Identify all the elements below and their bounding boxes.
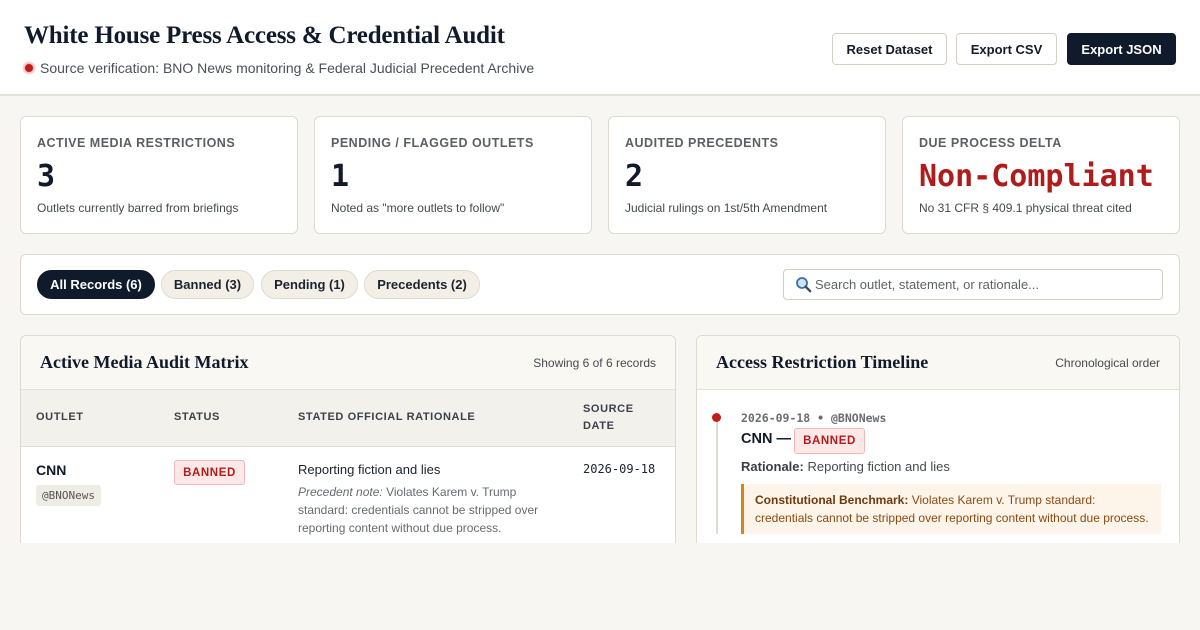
stat-value-noncompliant: Non-Compliant (919, 159, 1154, 194)
stat-description: No 31 CFR § 409.1 physical threat cited (919, 201, 1132, 215)
column-header-outlet[interactable]: OUTLET (36, 409, 84, 426)
stat-label: AUDITED PRECEDENTS (625, 136, 779, 150)
stat-card-audited-precedents: AUDITED PRECEDENTS 2 Judicial rulings on… (608, 116, 886, 234)
page-title: White House Press Access & Credential Au… (24, 22, 505, 49)
column-header-rationale[interactable]: STATED OFFICIAL RATIONALE (298, 409, 475, 426)
column-header-source-date[interactable]: SOURCE DATE (583, 401, 653, 435)
stat-card-pending-outlets: PENDING / FLAGGED OUTLETS 1 Noted as "mo… (314, 116, 592, 234)
source-verification: Source verification: BNO News monitoring… (24, 60, 534, 76)
official-rationale: Reporting fiction and lies (298, 462, 441, 477)
stat-card-active-restrictions: ACTIVE MEDIA RESTRICTIONS 3 Outlets curr… (20, 116, 298, 234)
export-json-button[interactable]: Export JSON (1067, 33, 1176, 65)
stat-card-due-process-delta: DUE PROCESS DELTA Non-Compliant No 31 CF… (902, 116, 1180, 234)
stat-value: 1 (331, 159, 350, 194)
constitutional-benchmark: Constitutional Benchmark: Violates Karem… (741, 484, 1161, 534)
search-input[interactable] (815, 277, 1162, 292)
stat-description: Outlets currently barred from briefings (37, 201, 239, 215)
outlet-name: CNN (36, 462, 67, 478)
precedent-note-label: Precedent note: (298, 485, 383, 499)
export-csv-button[interactable]: Export CSV (956, 33, 1057, 65)
column-header-status[interactable]: STATUS (174, 409, 220, 426)
precedent-note: Precedent note: Violates Karem v. Trump … (298, 483, 548, 537)
timeline-dot-icon (712, 413, 721, 422)
stat-value: 2 (625, 159, 644, 194)
page-header: White House Press Access & Credential Au… (0, 0, 1200, 96)
source-verification-text: Source verification: BNO News monitoring… (40, 60, 535, 76)
panel-header: Access Restriction Timeline Chronologica… (697, 336, 1179, 390)
timeline-order: Chronological order (1055, 356, 1160, 370)
filter-tab-precedents[interactable]: Precedents (2) (364, 270, 480, 299)
stat-label: PENDING / FLAGGED OUTLETS (331, 136, 534, 150)
event-rationale-label: Rationale: (741, 459, 804, 474)
stat-label: ACTIVE MEDIA RESTRICTIONS (37, 136, 236, 150)
status-badge: BANNED (794, 428, 865, 454)
event-date-source: 2026-09-18 • @BNONews (741, 411, 887, 425)
event-rationale-text: Reporting fiction and lies (807, 459, 950, 474)
stat-value: 3 (37, 159, 56, 194)
search-icon (794, 276, 812, 294)
timeline-panel: Access Restriction Timeline Chronologica… (696, 335, 1180, 543)
source-handle: @BNONews (36, 485, 101, 506)
stat-description: Noted as "more outlets to follow" (331, 201, 505, 215)
red-dot-icon (24, 63, 34, 73)
event-rationale: Rationale: Reporting fiction and lies (741, 459, 950, 474)
event-outlet: CNN — (741, 431, 791, 447)
filter-tab-banned[interactable]: Banned (3) (161, 270, 254, 299)
filter-bar: All Records (6) Banned (3) Pending (1) P… (20, 254, 1180, 315)
benchmark-label: Constitutional Benchmark: (755, 493, 909, 507)
panel-header: Active Media Audit Matrix Showing 6 of 6… (21, 336, 675, 390)
event-outlet-name: CNN — (741, 431, 791, 447)
panel-title: Access Restriction Timeline (716, 352, 929, 372)
filter-tab-all-records[interactable]: All Records (6) (37, 270, 155, 299)
source-date: 2026-09-18 (583, 462, 656, 476)
table-header: OUTLET STATUS STATED OFFICIAL RATIONALE … (21, 390, 675, 447)
timeline-line (716, 418, 718, 534)
audit-matrix-panel: Active Media Audit Matrix Showing 6 of 6… (20, 335, 676, 543)
reset-dataset-button[interactable]: Reset Dataset (832, 33, 947, 65)
panel-title: Active Media Audit Matrix (40, 352, 249, 372)
stat-description: Judicial rulings on 1st/5th Amendment (625, 201, 828, 215)
record-count: Showing 6 of 6 records (533, 356, 656, 370)
status-badge: BANNED (174, 460, 245, 485)
stat-label: DUE PROCESS DELTA (919, 136, 1062, 150)
search-box (783, 269, 1163, 300)
filter-tab-pending[interactable]: Pending (1) (261, 270, 358, 299)
